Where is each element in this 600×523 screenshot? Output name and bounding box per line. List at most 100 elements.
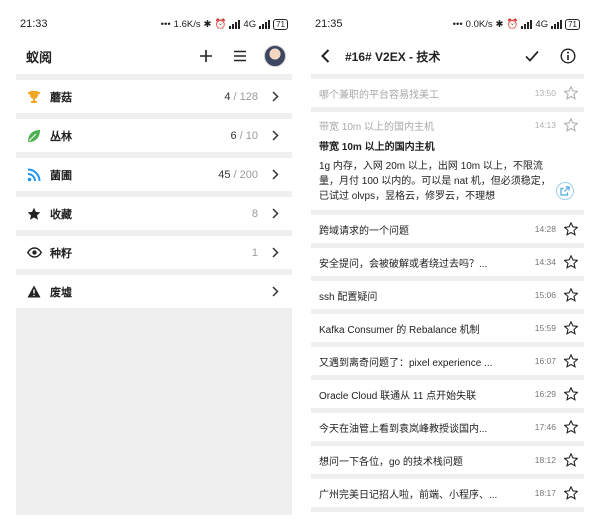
star-outline-icon[interactable]	[564, 255, 578, 269]
node-item-favorites[interactable]: 收藏 8	[16, 197, 292, 236]
chevron-right-icon	[272, 208, 282, 220]
topic-title: 想问一下各位，go 的技术栈问题	[319, 456, 463, 468]
star-outline-icon[interactable]	[564, 453, 578, 467]
chevron-right-icon	[272, 247, 282, 259]
leaf-icon	[26, 128, 42, 144]
topic-row[interactable]: 今天在油管上看到袁岚峰教授谈国内... 17:46	[311, 413, 584, 446]
info-icon[interactable]	[558, 46, 578, 66]
right-screen: 21:35 ••• 0.0K/s ✱ ⏰ 4G 71 #16# V2EX - 技术…	[311, 10, 584, 515]
topic-time: 15:06	[534, 290, 556, 300]
open-external-icon[interactable]	[556, 182, 574, 200]
page-title: #16# V2EX - 技术	[345, 49, 441, 64]
battery-icon: 71	[565, 18, 580, 30]
topic-time: 14:34	[534, 257, 556, 267]
status-bar: 21:35 ••• 0.0K/s ✱ ⏰ 4G 71	[311, 10, 584, 38]
node-item-seeds[interactable]: 种籽 1	[16, 236, 292, 275]
topic-title: 安全提问，会被破解或者绕过去吗？...	[319, 258, 488, 270]
topic-row[interactable]: 又遇到离奇问题了：pixel experience ... 16:07	[311, 347, 584, 380]
back-icon[interactable]	[315, 46, 335, 66]
signal-icon	[521, 19, 533, 29]
add-icon[interactable]	[196, 46, 216, 66]
topic-row[interactable]: Kafka Consumer 的 Rebalance 机制 15:59	[311, 314, 584, 347]
signal-icon	[229, 19, 241, 29]
topic-title[interactable]: 带宽 10m 以上的国内主机	[319, 118, 529, 133]
topic-title: 又遇到离奇问题了：pixel experience ...	[319, 357, 493, 369]
star-outline-icon[interactable]	[564, 420, 578, 434]
bluetooth-icon: ✱	[495, 18, 504, 30]
chevron-right-icon	[272, 286, 282, 298]
topic-time: 15:59	[534, 323, 556, 333]
topic-title: Kafka Consumer 的 Rebalance 机制	[319, 324, 480, 336]
expanded-body: 1g 内存，入网 20m 以上，出网 10m 以上，不限流量，月付 100 以内…	[319, 161, 551, 202]
chevron-right-icon	[272, 169, 282, 181]
status-bar: 21:33 ••• 1.6K/s ✱ ⏰ 4G 71	[16, 10, 292, 38]
star-outline-icon[interactable]	[564, 86, 578, 100]
topic-row[interactable]: Oracle Cloud 联通从 11 点开始失联 16:29	[311, 380, 584, 413]
node-item-garden[interactable]: 菌圃 45 / 200	[16, 158, 292, 197]
chevron-right-icon	[272, 91, 282, 103]
trophy-icon	[26, 89, 42, 105]
status-indicators: ••• 1.6K/s ✱ ⏰ 4G 71	[161, 18, 288, 30]
star-outline-icon[interactable]	[564, 288, 578, 302]
topic-time: 16:29	[534, 389, 556, 399]
star-outline-icon[interactable]	[564, 222, 578, 236]
topic-row[interactable]: 想问一下各位，go 的技术栈问题 18:12	[311, 446, 584, 479]
status-time: 21:33	[20, 18, 48, 30]
app-title: 蚁阅	[26, 49, 53, 65]
chevron-right-icon	[272, 130, 282, 142]
topic-title: 广州完美日记招人啦，前端、小程序、...	[319, 489, 498, 501]
topic-row[interactable]: 跨域请求的一个问题 14:28	[311, 215, 584, 248]
node-item-jungle[interactable]: 丛林 6 / 10	[16, 119, 292, 158]
eye-icon	[26, 245, 42, 261]
rss-icon	[26, 167, 42, 183]
star-outline-icon[interactable]	[564, 354, 578, 368]
topic-title: 跨域请求的一个问题	[319, 225, 409, 237]
avatar[interactable]	[264, 45, 286, 67]
menu-icon[interactable]	[230, 46, 250, 66]
warning-icon	[26, 284, 42, 300]
topic-row[interactable]: 广州完美日记招人啦，前端、小程序、... 18:17	[311, 479, 584, 512]
topic-time: 18:12	[534, 455, 556, 465]
app-bar: 蚁阅	[16, 38, 292, 74]
star-outline-icon[interactable]	[564, 387, 578, 401]
status-time: 21:35	[315, 18, 343, 30]
battery-icon: 71	[273, 18, 288, 30]
left-screen: 21:33 ••• 1.6K/s ✱ ⏰ 4G 71 蚁阅 蘑菇 4 / 128…	[16, 10, 292, 515]
node-list: 蘑菇 4 / 128 丛林 6 / 10 菌圃 45 / 200 收藏 8 种籽…	[16, 80, 292, 314]
topic-time: 14:28	[534, 224, 556, 234]
star-icon	[26, 206, 42, 222]
topic-title: ssh 配置疑问	[319, 291, 378, 303]
star-outline-icon[interactable]	[564, 486, 578, 500]
node-item-ruins[interactable]: 废墟	[16, 275, 292, 314]
signal-icon-2	[259, 19, 271, 29]
topic-row[interactable]: 安全提问，会被破解或者绕过去吗？... 14:34	[311, 248, 584, 281]
topic-time: 17:46	[534, 422, 556, 432]
node-item-mushroom[interactable]: 蘑菇 4 / 128	[16, 80, 292, 119]
empty-area	[16, 313, 292, 515]
topic-time: 16:07	[534, 356, 556, 366]
topic-row-read[interactable]: 哪个兼职的平台容易找美工 13:50	[311, 79, 584, 112]
star-outline-icon[interactable]	[564, 118, 578, 132]
network-type: 4G	[535, 18, 549, 30]
topic-title: 今天在油管上看到袁岚峰教授谈国内...	[319, 423, 488, 435]
alarm-icon: ⏰	[214, 18, 227, 30]
net-speed: 1.6K/s	[173, 18, 201, 30]
topic-time: 13:50	[534, 88, 556, 98]
alarm-icon: ⏰	[506, 18, 519, 30]
topic-time: 14:13	[534, 120, 556, 130]
network-type: 4G	[243, 18, 257, 30]
topic-title: Oracle Cloud 联通从 11 点开始失联	[319, 390, 477, 402]
signal-icon-2	[551, 19, 563, 29]
expanded-topic: 带宽 10m 以上的国内主机 14:13 带宽 10m 以上的国内主机 1g 内…	[311, 112, 584, 215]
check-icon[interactable]	[522, 46, 542, 66]
topic-row[interactable]: ssh 配置疑问 15:06	[311, 281, 584, 314]
net-speed: 0.0K/s	[465, 18, 493, 30]
topic-title: 哪个兼职的平台容易找美工	[319, 89, 439, 101]
star-outline-icon[interactable]	[564, 321, 578, 335]
status-indicators: ••• 0.0K/s ✱ ⏰ 4G 71	[453, 18, 580, 30]
bluetooth-icon: ✱	[203, 18, 212, 30]
topic-list: 跨域请求的一个问题 14:28 安全提问，会被破解或者绕过去吗？... 14:34 ss…	[311, 215, 584, 512]
topic-time: 18:17	[534, 488, 556, 498]
detail-app-bar: #16# V2EX - 技术	[311, 38, 584, 74]
expanded-heading: 带宽 10m 以上的国内主机	[319, 142, 435, 153]
